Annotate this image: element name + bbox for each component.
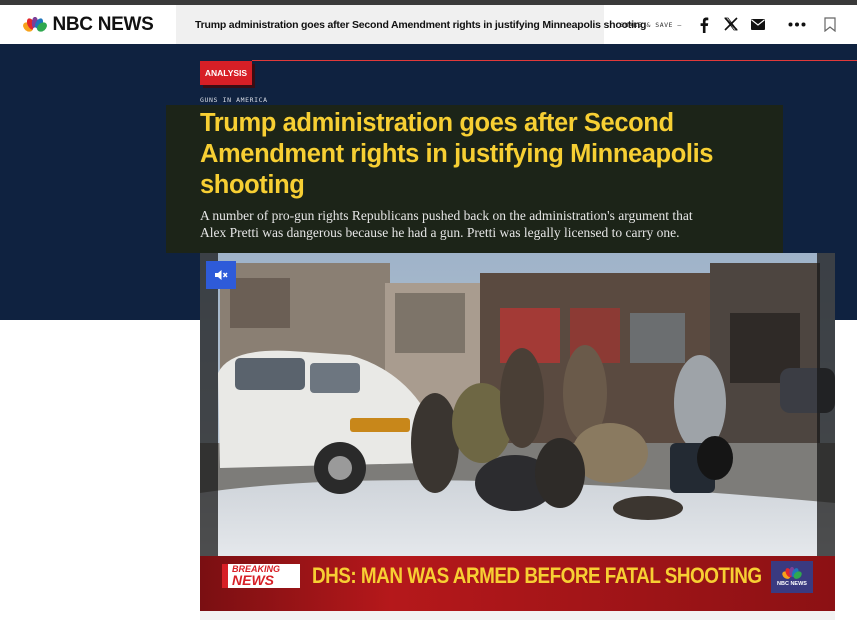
video-bottom-strip [200, 611, 835, 620]
bookmark-icon[interactable] [824, 17, 836, 32]
corner-logo: NBC NEWS [771, 561, 813, 593]
header-title-area: Trump administration goes after Second A… [176, 5, 646, 44]
share-save-toggle[interactable]: SHARE & SAVE — [620, 5, 682, 44]
red-rule [252, 60, 857, 61]
facebook-icon[interactable] [699, 17, 709, 33]
article-dek: A number of pro-gun rights Republicans p… [200, 208, 693, 240]
email-icon[interactable] [751, 19, 765, 30]
more-icon[interactable] [788, 22, 806, 27]
peacock-icon [23, 16, 48, 33]
analysis-badge: ANALYSIS [200, 61, 252, 85]
corner-logo-text: NBC NEWS [777, 581, 807, 587]
nbc-news-logo[interactable]: NBC NEWS [0, 5, 176, 44]
site-header: NBC NEWS Trump administration goes after… [0, 5, 857, 45]
header-article-title[interactable]: Trump administration goes after Second A… [195, 19, 646, 31]
breaking-news-box: BREAKING NEWS [222, 564, 300, 588]
section-label[interactable]: GUNS IN AMERICA [200, 96, 268, 104]
muted-speaker-icon [215, 270, 228, 280]
news-label: NEWS [232, 572, 274, 588]
logo-text: NBC NEWS [52, 13, 154, 35]
peacock-icon [782, 567, 802, 579]
x-icon[interactable] [724, 17, 738, 31]
mute-button[interactable] [206, 261, 236, 289]
ticker-headline: DHS: MAN WAS ARMED BEFORE FATAL SHOOTING [312, 563, 762, 588]
article-headline: Trump administration goes after Second A… [200, 109, 714, 199]
share-save-label: SHARE & SAVE — [620, 20, 682, 29]
